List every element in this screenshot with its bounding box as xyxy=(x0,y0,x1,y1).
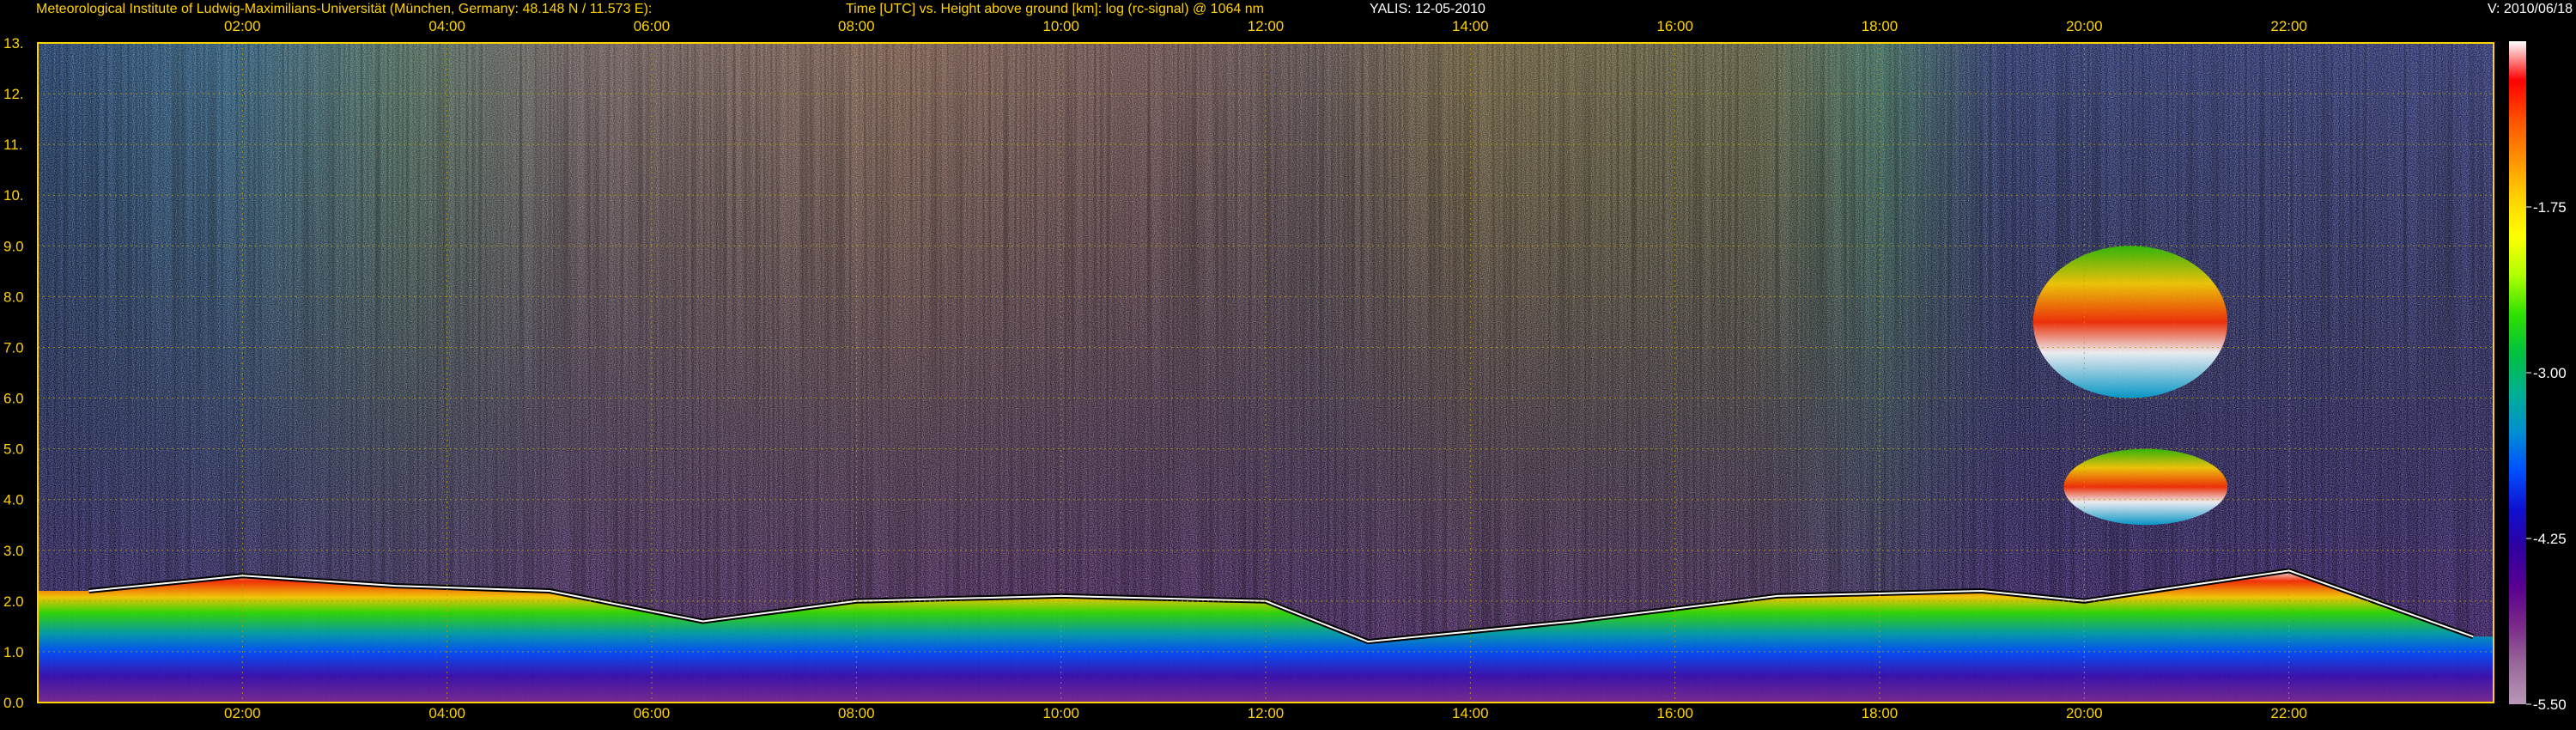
x-tick-label-bottom: 14:00 xyxy=(1452,705,1489,721)
y-tick-label: 1.0 xyxy=(3,644,24,660)
cirrus-cloud-2 xyxy=(2063,448,2228,526)
x-tick-label-bottom: 22:00 xyxy=(2270,705,2307,721)
x-tick-label-bottom: 02:00 xyxy=(224,705,261,721)
colorbar-scale xyxy=(2509,41,2526,704)
y-tick-label: 11. xyxy=(3,137,22,153)
x-tick-label-top: 20:00 xyxy=(2066,18,2103,34)
x-tick-label-bottom: 08:00 xyxy=(838,705,875,721)
colorbar: -1.75 -3.00 -4.25 -5.50 xyxy=(2509,41,2567,713)
x-tick-label-top: 04:00 xyxy=(428,18,465,34)
colorbar-label: -3.00 xyxy=(2533,365,2567,381)
y-tick-label: 4.0 xyxy=(3,492,24,508)
x-tick-label-bottom: 04:00 xyxy=(428,705,465,721)
y-tick-label: 3.0 xyxy=(3,543,24,559)
x-tick-label-top: 08:00 xyxy=(838,18,875,34)
y-tick-label: 13. xyxy=(3,35,24,52)
lidar-time-height-plot: 02:00 02:00 04:00 04:00 06:00 06:00 08:00 08:00… xyxy=(3,18,2567,721)
x-tick-label-top: 14:00 xyxy=(1452,18,1489,34)
x-tick-label-top: 22:00 xyxy=(2270,18,2307,34)
y-tick-label: 0.0 xyxy=(3,695,24,711)
x-tick-label-top: 06:00 xyxy=(634,18,671,34)
y-tick-label: 2.0 xyxy=(3,593,24,610)
x-tick-label-bottom: 20:00 xyxy=(2066,705,2103,721)
colorbar-label: -4.25 xyxy=(2533,531,2567,547)
cirrus-cloud-1 xyxy=(2032,246,2228,398)
y-tick-label: 6.0 xyxy=(3,391,24,407)
y-tick-label: 7.0 xyxy=(3,339,24,356)
y-tick-label: 9.0 xyxy=(3,238,24,254)
x-tick-label-bottom: 16:00 xyxy=(1656,705,1693,721)
x-tick-label-top: 12:00 xyxy=(1248,18,1285,34)
x-tick-label-bottom: 12:00 xyxy=(1248,705,1285,721)
y-tick-label: 5.0 xyxy=(3,441,24,458)
x-tick-label-bottom: 18:00 xyxy=(1862,705,1899,721)
y-tick-label: 8.0 xyxy=(3,289,24,305)
colorbar-label: -1.75 xyxy=(2533,199,2567,216)
x-tick-label-top: 18:00 xyxy=(1862,18,1899,34)
x-tick-label-bottom: 06:00 xyxy=(634,705,671,721)
y-tick-label: 10. xyxy=(3,187,24,204)
x-tick-label-top: 16:00 xyxy=(1656,18,1693,34)
x-tick-label-bottom: 10:00 xyxy=(1042,705,1079,721)
x-tick-label-top: 10:00 xyxy=(1042,18,1079,34)
y-tick-label: 12. xyxy=(3,86,24,102)
x-tick-label-top: 02:00 xyxy=(224,18,261,34)
colorbar-label: -5.50 xyxy=(2533,697,2567,713)
